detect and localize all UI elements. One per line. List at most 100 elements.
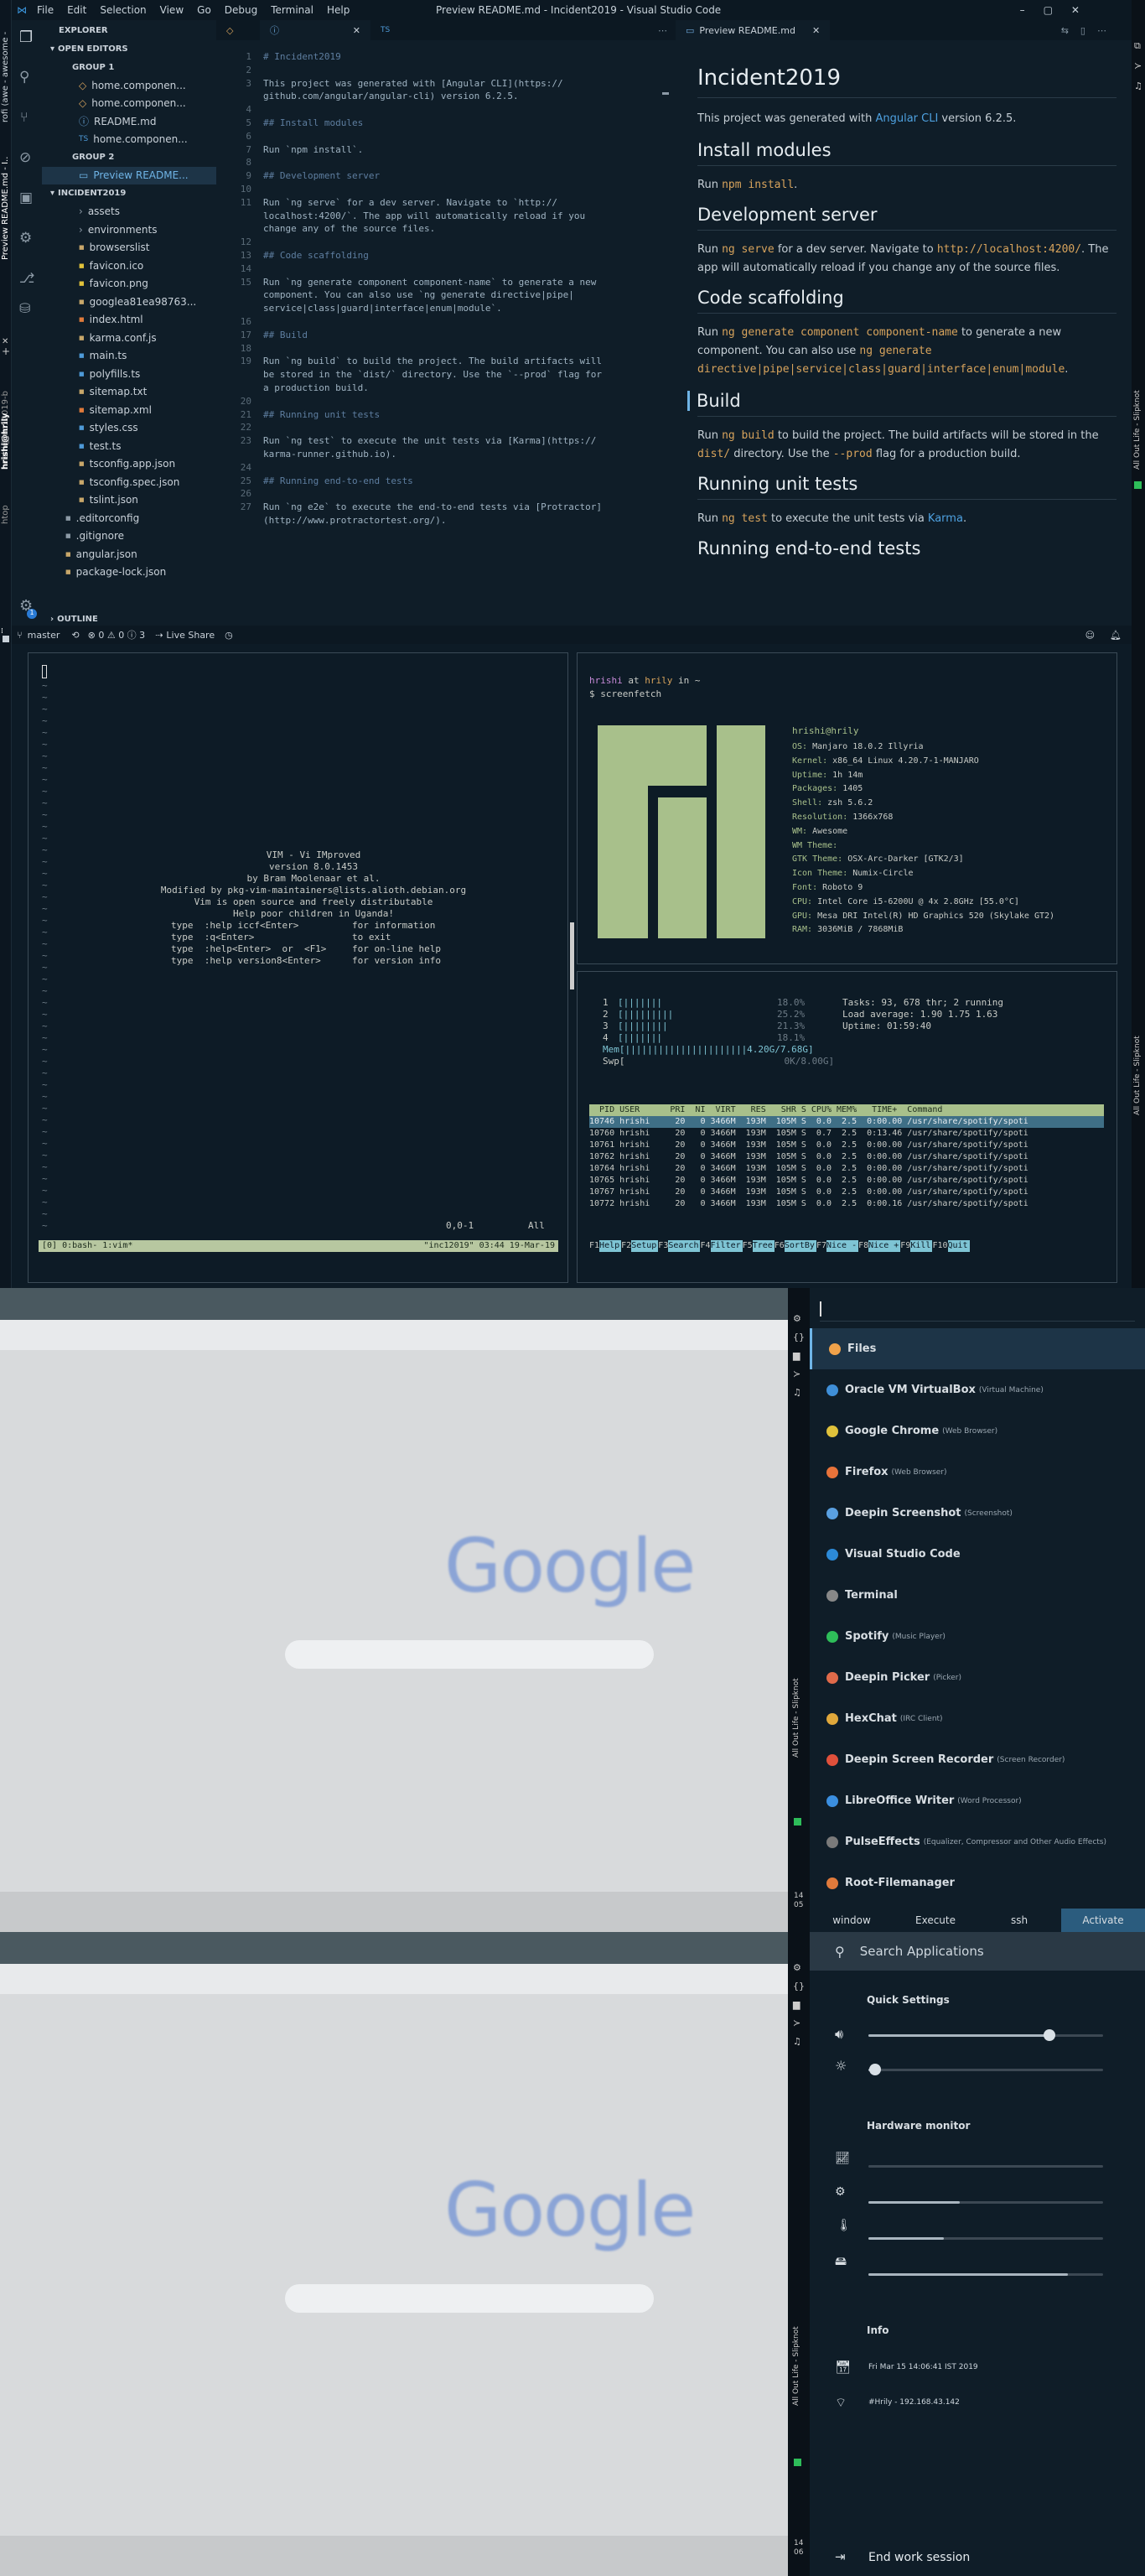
terminal-icon[interactable]: ≻: [793, 1368, 800, 1379]
scroll-indicator[interactable]: [570, 922, 574, 989]
search-icon[interactable]: ⚲: [19, 69, 29, 86]
htop-fkey[interactable]: F1 Help: [589, 1240, 622, 1252]
rofi-app-item[interactable]: Deepin Picker (Picker): [810, 1657, 1145, 1698]
tree-file[interactable]: ■ favicon.png: [42, 275, 216, 293]
htop-process-row[interactable]: 10767 hrishi 20 0 3466M 193M 105M S 0.0 …: [589, 1187, 1104, 1198]
group1-header[interactable]: GROUP 1: [42, 59, 216, 77]
rofi-app-item[interactable]: Root-Filemanager: [810, 1862, 1145, 1903]
code-area[interactable]: 1 # Incident2019 2 3 This project was genera…: [216, 50, 676, 527]
tree-folder[interactable]: › assets: [42, 203, 216, 221]
htop-process-row[interactable]: 10746 hrishi 20 0 3466M 193M 105M S 0.0 …: [589, 1116, 1104, 1128]
rofi-app-item[interactable]: Deepin Screen Recorder (Screen Recorder): [810, 1739, 1145, 1780]
music-icon[interactable]: ♫: [793, 2036, 801, 2047]
htop-process-row[interactable]: 10764 hrishi 20 0 3466M 193M 105M S 0.0 …: [589, 1163, 1104, 1175]
task-preview[interactable]: Preview README.md - I..: [1, 126, 10, 260]
tree-file[interactable]: ■ .editorconfig: [42, 509, 216, 527]
sync-icon[interactable]: ⟲: [71, 630, 79, 641]
htop-fkey[interactable]: F3 Search: [658, 1240, 701, 1252]
rofi-app-item[interactable]: Oracle VM VirtualBox (Virtual Machine): [810, 1369, 1145, 1410]
tab-readme[interactable]: ⓘ ✕: [260, 20, 370, 40]
tag-icon[interactable]: ⁞: [1, 627, 9, 636]
open-editors-header[interactable]: ▾ OPEN EDITORS: [42, 40, 216, 59]
tab-ts[interactable]: TS: [370, 20, 421, 40]
close-icon[interactable]: ✕: [812, 25, 820, 36]
mode-window[interactable]: window: [810, 1909, 894, 1932]
tree-file[interactable]: ■ karma.conf.js: [42, 329, 216, 347]
tree-file[interactable]: ■ styles.css: [42, 419, 216, 438]
angular-cli-link[interactable]: Angular CLI: [875, 112, 938, 125]
rofi-app-item[interactable]: Visual Studio Code: [810, 1534, 1145, 1575]
project-header[interactable]: ▾ INCIDENT2019: [42, 184, 216, 203]
htop-process-row[interactable]: 10761 hrishi 20 0 3466M 193M 105M S 0.0 …: [589, 1140, 1104, 1151]
tree-file[interactable]: ■ angular.json: [42, 545, 216, 564]
rofi-app-item[interactable]: HexChat (IRC Client): [810, 1698, 1145, 1739]
htop-fkey[interactable]: F10 Quit: [932, 1240, 970, 1252]
music-icon[interactable]: ♫: [793, 1387, 801, 1398]
rofi-app-item[interactable]: Terminal: [810, 1575, 1145, 1616]
app-search-bar[interactable]: ⚲ Search Applications: [810, 1932, 1145, 1971]
screenfetch-terminal[interactable]: hrishi at hrily in ~ $ screenfetch hrish…: [577, 652, 1117, 964]
open-file[interactable]: ⓘ README.md: [42, 112, 216, 131]
htop-fkey[interactable]: F2 Setup: [621, 1240, 659, 1252]
debug-icon[interactable]: ⊘: [19, 149, 31, 166]
task-vscode[interactable]: rofi (awe - awesome -: [1, 5, 10, 122]
settings-sync-icon[interactable]: ⚙: [19, 230, 32, 247]
mode-activate[interactable]: Activate: [1061, 1909, 1145, 1932]
karma-link[interactable]: Karma: [928, 512, 963, 525]
open-file-active[interactable]: ▭ Preview README...: [42, 166, 216, 184]
menu-selection[interactable]: Selection: [100, 4, 146, 16]
open-file[interactable]: ◇ home.componen...: [42, 76, 216, 95]
layout-icon[interactable]: ⧉: [1134, 40, 1141, 52]
mode-execute[interactable]: Execute: [894, 1909, 977, 1932]
history-icon[interactable]: ◷: [225, 630, 233, 641]
htop-fkey[interactable]: F4 Filter: [700, 1240, 743, 1252]
tree-file[interactable]: ■ browserslist: [42, 239, 216, 257]
tree-file[interactable]: ■ favicon.ico: [42, 257, 216, 275]
live-share-button[interactable]: Live Share: [166, 630, 215, 641]
rofi-app-item[interactable]: Firefox (Web Browser): [810, 1452, 1145, 1493]
preview-actions[interactable]: ⇆▯⋯: [1061, 25, 1118, 36]
tree-file[interactable]: ■ tsconfig.app.json: [42, 455, 216, 474]
folder-icon[interactable]: ▆: [793, 1999, 800, 2010]
menu-terminal[interactable]: Terminal: [271, 4, 313, 16]
task-screenfetch[interactable]: hrishi@hrily: [1, 394, 10, 470]
menu-edit[interactable]: Edit: [67, 4, 86, 16]
menu-view[interactable]: View: [160, 4, 184, 16]
more-actions-icon[interactable]: ⋯: [658, 20, 676, 40]
tree-file[interactable]: ■ sitemap.xml: [42, 401, 216, 419]
tree-file[interactable]: ■ main.ts: [42, 347, 216, 366]
htop-fkey[interactable]: F7 Nice -: [816, 1240, 859, 1252]
menu-help[interactable]: Help: [327, 4, 350, 16]
source-control-icon[interactable]: ⑂: [20, 109, 28, 125]
layout-icon[interactable]: [3, 636, 9, 642]
tree-file[interactable]: ■ index.html: [42, 311, 216, 330]
htop-fkey[interactable]: F8 Nice +: [858, 1240, 901, 1252]
remote-icon[interactable]: ⛁: [19, 300, 30, 316]
folder-icon[interactable]: ▆: [793, 1350, 800, 1361]
htop-process-row[interactable]: 10765 hrishi 20 0 3466M 193M 105M S 0.0 …: [589, 1175, 1104, 1187]
network-icon[interactable]: [1134, 481, 1142, 489]
close-icon[interactable]: ✕: [353, 25, 360, 36]
network-icon[interactable]: [794, 1818, 801, 1826]
rofi-app-item[interactable]: Deepin Screenshot (Screenshot): [810, 1493, 1145, 1534]
task-htop[interactable]: htop: [1, 474, 10, 524]
tree-file[interactable]: ■ polyfills.ts: [42, 365, 216, 383]
tree-file[interactable]: ■ sitemap.txt: [42, 383, 216, 402]
volume-slider[interactable]: [868, 2029, 1103, 2041]
settings-icon[interactable]: ⚙: [793, 1962, 801, 1973]
rofi-app-item[interactable]: Spotify (Music Player): [810, 1616, 1145, 1657]
terminal-icon[interactable]: ≻: [793, 2018, 800, 2028]
menu-go[interactable]: Go: [197, 4, 211, 16]
open-file[interactable]: ◇ home.componen...: [42, 95, 216, 113]
open-file[interactable]: TS home.componen...: [42, 131, 216, 149]
terminal-icon[interactable]: ≻: [1134, 60, 1142, 71]
branch-name[interactable]: master: [28, 630, 60, 641]
tab-angular[interactable]: ◇: [216, 20, 260, 40]
tree-file[interactable]: ■ package-lock.json: [42, 564, 216, 582]
music-icon[interactable]: ♫: [1134, 80, 1142, 91]
rofi-app-item[interactable]: PulseEffects (Equalizer, Compressor and O…: [810, 1821, 1145, 1862]
code-icon[interactable]: {}: [793, 1332, 805, 1343]
htop-fkey[interactable]: F6 SortBy: [775, 1240, 816, 1252]
extensions-icon[interactable]: ▣: [19, 190, 33, 206]
rofi-search-input[interactable]: [820, 1296, 1135, 1322]
